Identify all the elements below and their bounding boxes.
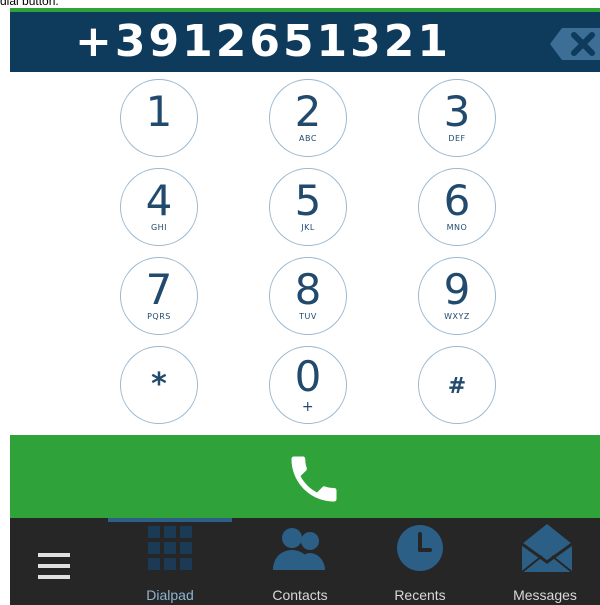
envelope-icon (522, 524, 572, 572)
key-digit: 2 (294, 87, 322, 136)
dialpad-grid-icon (148, 526, 192, 570)
contacts-icon (273, 528, 325, 570)
key-digit: 8 (294, 265, 322, 314)
key-letters: ABC (299, 134, 317, 143)
key-letters: WXYZ (444, 312, 470, 321)
dial-key-hash[interactable]: # (418, 346, 496, 424)
key-letters: MNO (446, 223, 468, 232)
dial-key-3[interactable]: 3 DEF (418, 79, 496, 157)
nav-item-recents[interactable]: Recents (365, 518, 475, 605)
key-digit: 4 (145, 176, 173, 225)
dial-key-7[interactable]: 7 PQRS (120, 257, 198, 335)
key-digit: 7 (145, 265, 173, 314)
key-letters: PQRS (147, 312, 171, 321)
key-letters: DEF (448, 134, 466, 143)
key-digit: 1 (145, 87, 173, 136)
nav-menu-button[interactable] (10, 518, 100, 605)
backspace-button[interactable] (550, 24, 600, 64)
key-symbol: # (447, 374, 467, 399)
backspace-icon (550, 28, 600, 60)
nav-label: Dialpad (146, 587, 194, 603)
nav-item-contacts[interactable]: Contacts (245, 518, 355, 605)
dial-key-6[interactable]: 6 MNO (418, 168, 496, 246)
nav-label: Recents (394, 587, 446, 603)
dial-key-2[interactable]: 2 ABC (269, 79, 347, 157)
nav-label: Contacts (272, 587, 328, 603)
nav-item-messages[interactable]: Messages (490, 518, 600, 605)
dialed-number: +3912651321 (75, 16, 452, 67)
key-digit: 5 (294, 176, 322, 225)
call-button[interactable] (10, 435, 600, 518)
key-digit: 0 (294, 352, 322, 401)
key-digit: 6 (443, 176, 471, 225)
key-letters: TUV (299, 312, 317, 321)
dial-key-4[interactable]: 4 GHI (120, 168, 198, 246)
dial-key-0[interactable]: 0 + (269, 346, 347, 424)
key-symbol: * (151, 367, 167, 402)
dial-key-star[interactable]: * (120, 346, 198, 424)
key-letters: GHI (150, 223, 168, 232)
nav-item-dialpad[interactable]: Dialpad (115, 518, 225, 605)
phone-icon (291, 456, 337, 502)
clock-icon (397, 525, 443, 571)
nav-label: Messages (513, 587, 577, 603)
caption-text: dial button. (0, 0, 59, 8)
key-letters: + (301, 399, 315, 415)
key-digit: 9 (443, 265, 471, 314)
dial-key-8[interactable]: 8 TUV (269, 257, 347, 335)
dial-key-5[interactable]: 5 JKL (269, 168, 347, 246)
menu-icon (38, 553, 70, 579)
dial-key-9[interactable]: 9 WXYZ (418, 257, 496, 335)
key-digit: 3 (443, 87, 471, 136)
key-letters: JKL (301, 223, 315, 232)
dial-key-1[interactable]: 1 (120, 79, 198, 157)
bottom-nav-bar: Dialpad Contacts Recents Messages (10, 518, 600, 605)
